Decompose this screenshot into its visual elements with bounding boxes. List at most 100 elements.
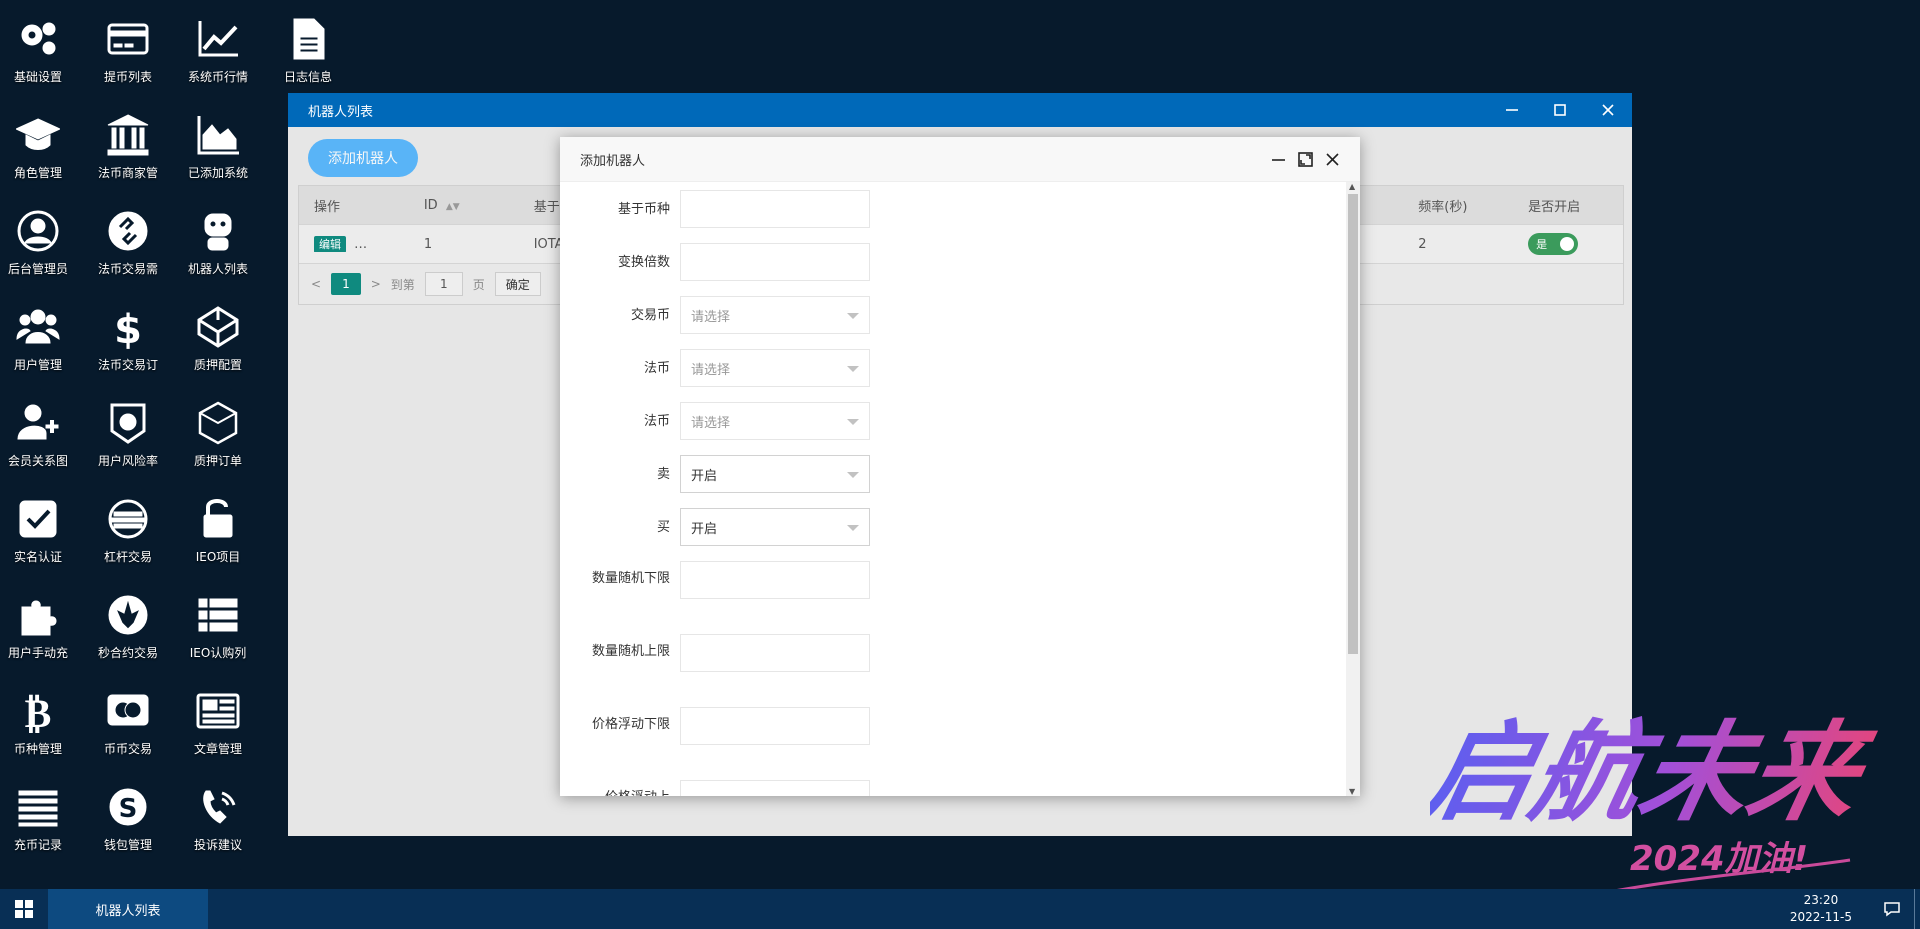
close-window-button[interactable]: [1584, 93, 1632, 127]
desktop-icon-14[interactable]: 会员关系图: [0, 384, 83, 474]
close-icon[interactable]: [1325, 152, 1340, 167]
list-icon: [195, 592, 241, 638]
desktop-icon-13[interactable]: 质押配置: [173, 288, 263, 378]
more-actions[interactable]: …: [354, 237, 367, 252]
desktop-icon-10[interactable]: 机器人列表: [173, 192, 263, 282]
chevron-down-icon: [847, 366, 859, 372]
desktop-icon-26[interactable]: 充币记录: [0, 768, 83, 858]
minimize-icon: [1506, 109, 1518, 111]
field-select-7[interactable]: 开启: [680, 508, 870, 546]
desktop-icon-8[interactable]: 后台管理员: [0, 192, 83, 282]
prev-page-icon[interactable]: <: [311, 277, 321, 291]
desktop-icon-18[interactable]: 杠杆交易: [83, 480, 173, 570]
checkbox-icon: [15, 496, 61, 542]
desktop-icon-4[interactable]: 日志信息: [263, 0, 353, 90]
modal-header[interactable]: 添加机器人: [560, 137, 1360, 182]
desktop-icon-label: 钱包管理: [103, 838, 152, 852]
desktop-icon-6[interactable]: 法币商家管: [83, 96, 173, 186]
scroll-up-icon[interactable]: ▲: [1349, 182, 1355, 191]
field-label-10: 价格浮动下限: [591, 717, 670, 732]
field-select-3[interactable]: 请选择: [680, 296, 870, 334]
field-input-2[interactable]: [680, 243, 870, 281]
desktop-icon-3[interactable]: 系统币行情: [173, 0, 263, 90]
desktop-icon-24[interactable]: 币币交易: [83, 672, 173, 762]
header-frequency: 频率(秒): [1418, 199, 1468, 215]
watermark-main: 启航未来: [1430, 708, 1883, 836]
desktop-icon-22[interactable]: IEO认购列: [173, 576, 263, 666]
desktop-icon-23[interactable]: ₿ 币种管理: [0, 672, 83, 762]
desktop-icon-2[interactable]: 提币列表: [83, 0, 173, 90]
desktop-icon-12[interactable]: $ 法币交易订: [83, 288, 173, 378]
goto-confirm-button[interactable]: 确定: [494, 272, 541, 296]
field-input-10[interactable]: [680, 707, 870, 745]
desktop-icon-label: 机器人列表: [187, 262, 248, 276]
cell-id: 1: [423, 236, 433, 252]
start-button[interactable]: [0, 889, 48, 929]
desktop-icon-15[interactable]: 用户风险率: [83, 384, 173, 474]
bank-icon: [105, 112, 151, 158]
desktop-icon-label: 角色管理: [13, 166, 62, 180]
clock[interactable]: 23:20 2022-11-5: [1772, 892, 1870, 926]
scroll-down-icon[interactable]: ▼: [1349, 787, 1355, 796]
header-enabled: 是否开启: [1528, 199, 1581, 215]
phone-volume-icon: [195, 784, 241, 830]
field-select-6[interactable]: 开启: [680, 455, 870, 493]
desktop-icon-label: 已添加系统: [187, 166, 248, 180]
enabled-toggle[interactable]: 是: [1528, 233, 1579, 255]
desktop-icon-label: 提币列表: [103, 70, 152, 84]
field-input-11[interactable]: [680, 780, 870, 796]
page-current[interactable]: 1: [331, 273, 361, 295]
show-desktop-button[interactable]: [1914, 889, 1920, 929]
puzzle-icon: [15, 592, 61, 638]
users-icon: [15, 304, 61, 350]
add-robot-button[interactable]: 添加机器人: [308, 139, 418, 177]
desktop-icon-label: 币币交易: [103, 742, 152, 756]
field-select-5[interactable]: 请选择: [680, 402, 870, 440]
modal-scrollbar[interactable]: ▲ ▼: [1346, 182, 1360, 796]
desktop-icon-label: 会员关系图: [7, 454, 68, 468]
field-input-1[interactable]: [680, 190, 870, 228]
maximize-button[interactable]: [1536, 93, 1584, 127]
field-select-4[interactable]: 请选择: [680, 349, 870, 387]
minimize-icon[interactable]: [1271, 152, 1286, 167]
next-page-icon[interactable]: >: [371, 277, 381, 291]
desktop-icon-27[interactable]: S 钱包管理: [83, 768, 173, 858]
add-robot-modal: 添加机器人 基于币种 变换倍数 交易币 请选择 法币 请选择 法币 请选择卖开启买开启 数量随机…: [560, 137, 1360, 796]
notification-button[interactable]: [1870, 889, 1914, 929]
expand-icon[interactable]: [1298, 151, 1313, 167]
desktop-icon-1[interactable]: 基础设置: [0, 0, 83, 90]
field-label-2: 变换倍数: [617, 255, 670, 270]
header-action: 操作: [314, 199, 341, 215]
desktop-icon-label: IEO项目: [195, 550, 241, 564]
desktop-icon-19[interactable]: IEO项目: [173, 480, 263, 570]
desktop-icon-label: 实名认证: [13, 550, 62, 564]
desktop-icon-21[interactable]: 秒合约交易: [83, 576, 173, 666]
scrollbar-thumb[interactable]: [1348, 194, 1358, 654]
desktop-icon-25[interactable]: 文章管理: [173, 672, 263, 762]
window-title: 机器人列表: [308, 104, 374, 120]
newspaper-icon: [195, 688, 241, 734]
field-input-9[interactable]: [680, 634, 870, 672]
goto-page-input[interactable]: 1: [424, 272, 463, 296]
desktop-icon-9[interactable]: 法币交易需: [83, 192, 173, 282]
sort-icon[interactable]: ▲▼: [446, 202, 460, 212]
field-input-8[interactable]: [680, 561, 870, 599]
desktop-icon-label: 法币交易订: [97, 358, 158, 372]
field-label-8: 数量随机下限: [591, 571, 670, 586]
desktop-icon-16[interactable]: 质押订单: [173, 384, 263, 474]
minimize-button[interactable]: [1488, 93, 1536, 127]
window-titlebar[interactable]: 机器人列表: [288, 93, 1632, 127]
desktop-icon-20[interactable]: 用户手动充: [0, 576, 83, 666]
desktop-icon-17[interactable]: 实名认证: [0, 480, 83, 570]
desktop-icon-label: 后台管理员: [7, 262, 68, 276]
desktop-icon-label: 用户风险率: [97, 454, 158, 468]
user-circle-icon: [15, 208, 61, 254]
header-id[interactable]: ID ▲▼: [409, 198, 519, 213]
taskbar-item-robot-list[interactable]: 机器人列表: [48, 889, 208, 929]
desktop-icon-28[interactable]: 投诉建议: [173, 768, 263, 858]
desktop-icon-7[interactable]: 已添加系统: [173, 96, 263, 186]
taskbar: 机器人列表 23:20 2022-11-5: [0, 889, 1920, 929]
desktop-icon-11[interactable]: 用户管理: [0, 288, 83, 378]
desktop-icon-5[interactable]: 角色管理: [0, 96, 83, 186]
edit-button[interactable]: 编辑: [314, 236, 346, 252]
